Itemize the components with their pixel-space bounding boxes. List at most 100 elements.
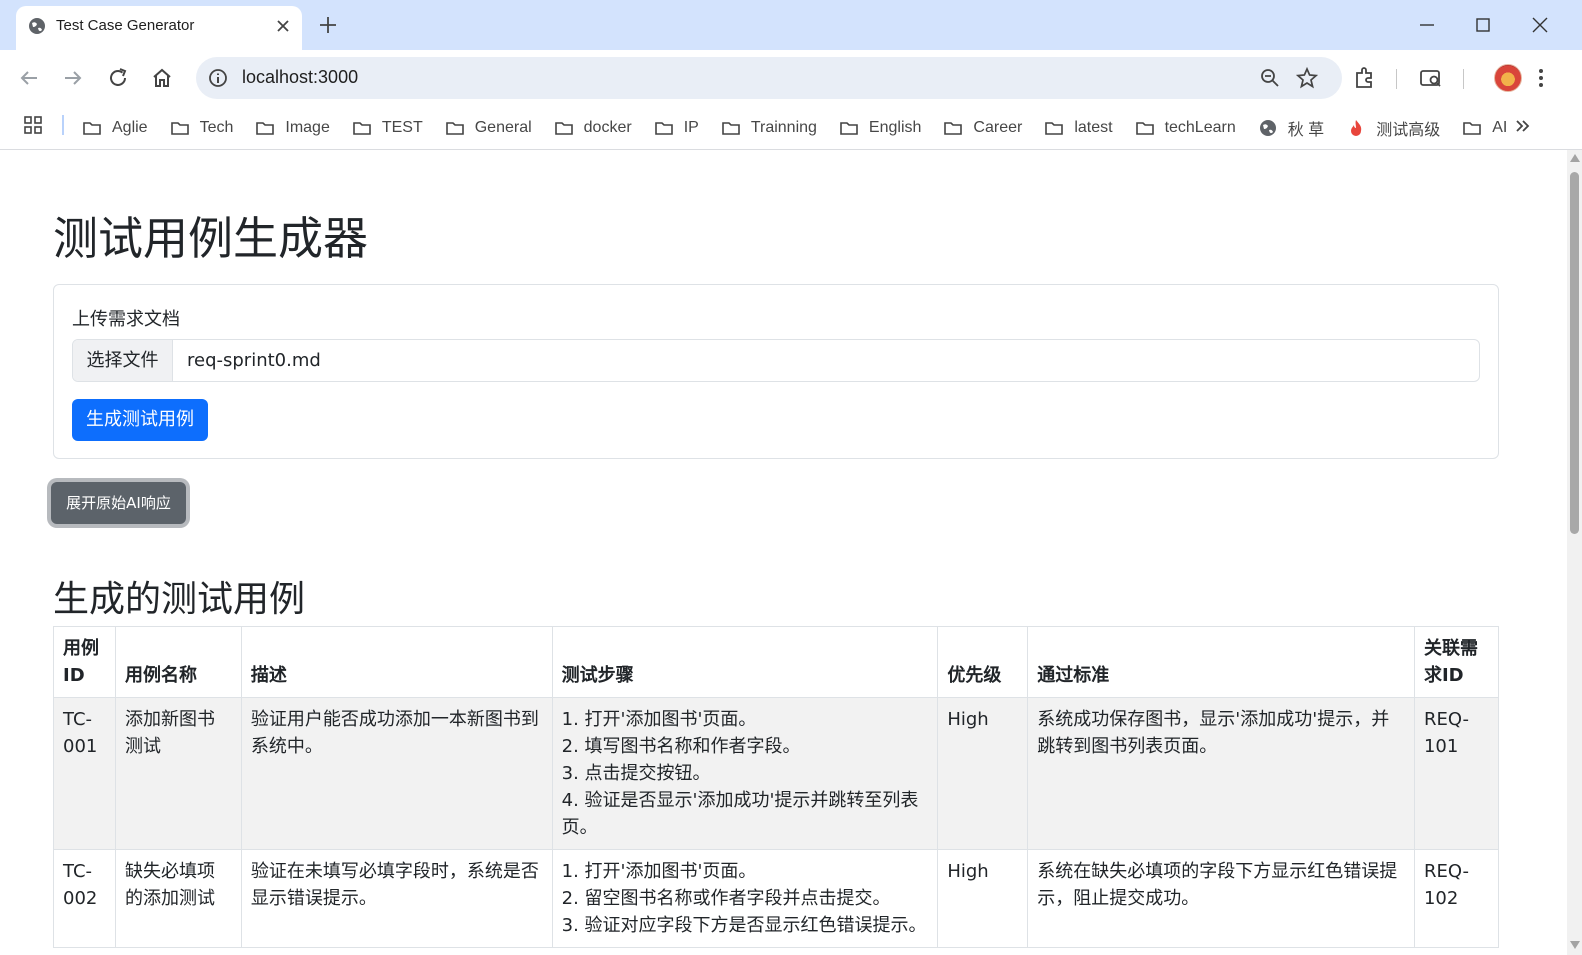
- cell-case-id: TC-002: [53, 849, 116, 948]
- bookmarks-bar: Aglie Tech Image TEST General docker IP Trainni…: [0, 106, 1582, 150]
- step-item: 4. 验证是否显示'添加成功'提示并跳转至列表页。: [561, 790, 919, 838]
- scrollbar-thumb[interactable]: [1570, 172, 1579, 534]
- bookmark-item[interactable]: Trainning: [721, 112, 817, 144]
- bookmark-label: Image: [285, 119, 330, 136]
- bookmark-label: 秋 草: [1287, 122, 1325, 139]
- folder-icon: [722, 122, 740, 135]
- globe-icon: [29, 18, 45, 34]
- folder-icon: [1045, 122, 1064, 135]
- maximize-icon[interactable]: [1472, 14, 1494, 36]
- generate-test-cases-button[interactable]: 生成测试用例: [72, 399, 208, 441]
- bookmark-item[interactable]: General: [445, 112, 532, 144]
- upload-label: 上传需求文档: [72, 309, 180, 330]
- upload-card: 上传需求文档 选择文件 req-sprint0.md 生成测试用例: [53, 284, 1499, 459]
- cell-case-name: 缺失必填项的添加测试: [114, 849, 242, 948]
- bookmark-item[interactable]: English: [839, 112, 921, 144]
- url-text[interactable]: localhost:3000: [242, 67, 358, 88]
- cell-case-id: TC-001: [53, 697, 116, 850]
- toolbar-divider: [1463, 69, 1464, 89]
- bookmark-item[interactable]: 测试高级: [1346, 112, 1440, 144]
- minimize-icon[interactable]: [1416, 14, 1438, 36]
- header-pass-criteria: 通过标准: [1027, 626, 1415, 698]
- bookmark-item[interactable]: IP: [654, 112, 699, 144]
- step-item: 1. 打开'添加图书'页面。: [561, 709, 757, 730]
- step-item: 2. 填写图书名称和作者字段。: [561, 736, 801, 757]
- forward-icon[interactable]: [61, 66, 85, 90]
- bookmark-item[interactable]: techLearn: [1135, 112, 1236, 144]
- bookmark-item[interactable]: 秋 草: [1258, 112, 1324, 144]
- folder-icon: [944, 122, 963, 135]
- bookmark-label: latest: [1074, 119, 1113, 136]
- close-icon[interactable]: [274, 17, 292, 35]
- back-icon[interactable]: [17, 66, 41, 90]
- bookmark-label: IP: [683, 119, 699, 136]
- bookmark-item[interactable]: Image: [255, 112, 330, 144]
- bookmark-label: Tech: [199, 119, 234, 136]
- chevron-double-right-icon[interactable]: [1512, 115, 1534, 137]
- bookmarks-divider: [62, 115, 64, 135]
- folder-icon: [554, 122, 573, 135]
- folder-icon: [83, 122, 101, 135]
- folder-icon: [445, 122, 464, 135]
- step-item: 1. 打开'添加图书'页面。: [561, 861, 757, 882]
- bookmark-label: General: [474, 119, 532, 136]
- folder-icon: [654, 122, 673, 135]
- bookmark-item[interactable]: Tech: [170, 112, 234, 144]
- bookmark-label: English: [868, 119, 922, 136]
- scroll-up-arrow-icon[interactable]: [1570, 154, 1580, 162]
- bookmark-list: Aglie Tech Image TEST General docker IP Trainni…: [82, 106, 1529, 150]
- toggle-raw-ai-response-button[interactable]: 展开原始AI响应: [51, 482, 186, 524]
- bookmark-item[interactable]: Career: [943, 112, 1022, 144]
- reload-icon[interactable]: [106, 66, 130, 90]
- bookmark-item[interactable]: AI: [1462, 112, 1507, 144]
- header-case-id: 用例ID: [53, 626, 116, 698]
- home-icon[interactable]: [150, 66, 174, 90]
- bookmark-item[interactable]: Aglie: [82, 112, 148, 144]
- header-case-name: 用例名称: [114, 626, 242, 698]
- extensions-icon[interactable]: [1352, 65, 1378, 91]
- bookmark-item[interactable]: TEST: [352, 112, 423, 144]
- cell-requirement-id: REQ-101: [1413, 697, 1500, 850]
- tab-title: Test Case Generator: [56, 17, 195, 34]
- bookmark-item[interactable]: latest: [1044, 112, 1113, 144]
- bookmark-label: 测试高级: [1376, 122, 1441, 139]
- page-scrollbar[interactable]: [1567, 150, 1582, 955]
- bookmark-item[interactable]: docker: [554, 112, 632, 144]
- folder-icon: [1135, 122, 1154, 135]
- page-content: 测试用例生成器 上传需求文档 选择文件 req-sprint0.md 生成测试用…: [0, 150, 1567, 955]
- choose-file-button[interactable]: 选择文件: [73, 340, 173, 381]
- close-window-icon[interactable]: [1529, 14, 1551, 36]
- address-bar[interactable]: localhost:3000: [196, 57, 1342, 99]
- cell-pass-criteria: 系统在缺失必填项的字段下方显示红色错误提示，阻止提交成功。: [1027, 849, 1415, 948]
- bookmark-label: docker: [583, 119, 632, 136]
- table-row: TC-001 添加新图书测试 验证用户能否成功添加一本新图书到系统中。 1. 打…: [53, 697, 1500, 850]
- file-input[interactable]: 选择文件 req-sprint0.md: [72, 339, 1480, 382]
- step-item: 3. 点击提交按钮。: [561, 763, 711, 784]
- menu-kebab-icon[interactable]: [1528, 65, 1554, 91]
- step-item: 2. 留空图书名称或作者字段并点击提交。: [561, 888, 891, 909]
- new-tab-icon[interactable]: [318, 15, 338, 35]
- info-icon[interactable]: [208, 68, 228, 88]
- step-item: 3. 验证对应字段下方是否显示红色错误提示。: [561, 915, 927, 936]
- cell-priority: High: [937, 849, 1029, 948]
- tab-search-icon[interactable]: [1418, 65, 1444, 91]
- browser-tab[interactable]: Test Case Generator: [16, 6, 302, 50]
- cell-requirement-id: REQ-102: [1413, 849, 1500, 948]
- header-description: 描述: [240, 626, 553, 698]
- bookmark-label: techLearn: [1164, 119, 1236, 136]
- steps-list: 1. 打开'添加图书'页面。 2. 填写图书名称和作者字段。 3. 点击提交按钮…: [562, 706, 929, 841]
- bookmark-star-icon[interactable]: [1296, 67, 1318, 89]
- browser-titlebar: Test Case Generator: [0, 0, 1582, 50]
- table-header-row: 用例ID 用例名称 描述 测试步骤 优先级 通过标准 关联需求ID: [53, 626, 1500, 698]
- scroll-down-arrow-icon[interactable]: [1570, 941, 1580, 949]
- bookmark-label: Aglie: [112, 119, 148, 136]
- header-requirement-id: 关联需求ID: [1413, 626, 1500, 698]
- apps-grid-icon[interactable]: [23, 115, 43, 135]
- cell-description: 验证用户能否成功添加一本新图书到系统中。: [240, 697, 553, 850]
- flame-icon: [1351, 120, 1362, 136]
- selected-file-name: req-sprint0.md: [187, 350, 321, 371]
- zoom-icon[interactable]: [1260, 68, 1280, 88]
- page-title: 测试用例生成器: [53, 212, 369, 265]
- folder-icon: [256, 122, 275, 135]
- profile-avatar[interactable]: [1494, 64, 1522, 92]
